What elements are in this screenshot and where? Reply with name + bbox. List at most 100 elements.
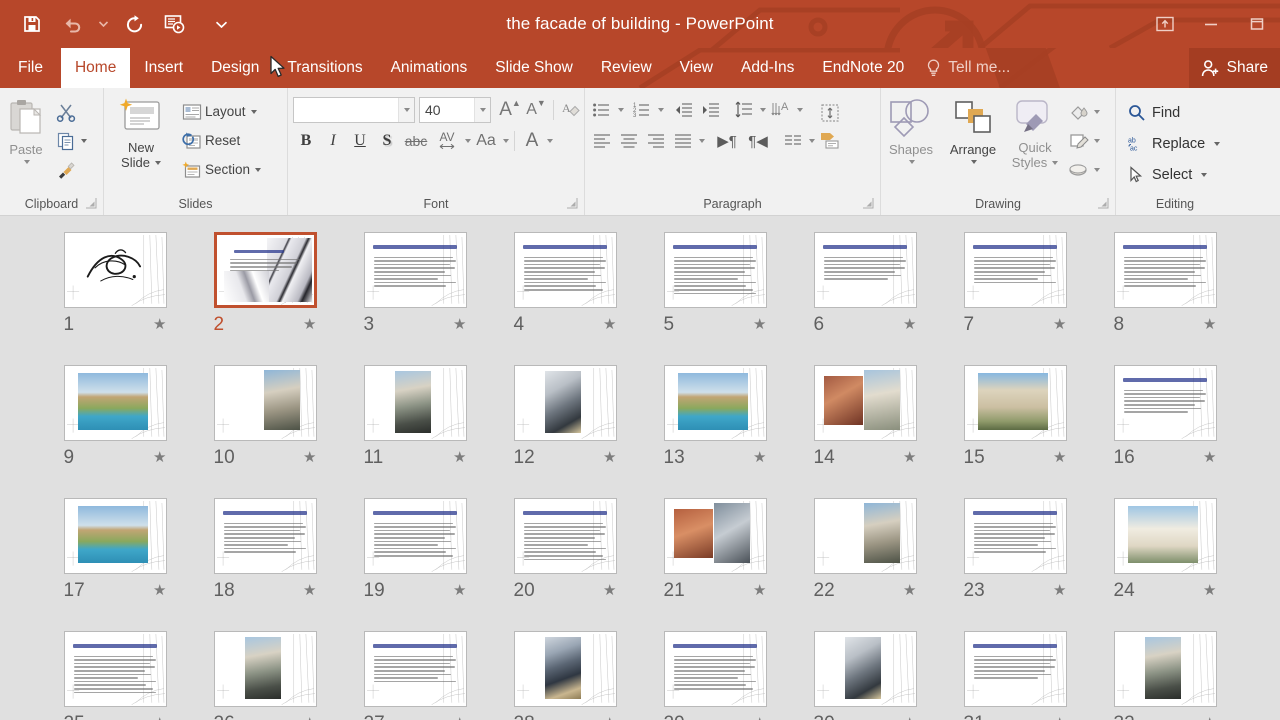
slide-thumbnail-frame[interactable] xyxy=(513,365,617,441)
slide-thumbnail-frame[interactable] xyxy=(363,498,467,574)
numbering-button[interactable]: 1 2 3 xyxy=(629,96,655,123)
slide-thumbnail-frame[interactable] xyxy=(963,631,1067,707)
slide-preview[interactable] xyxy=(813,232,917,308)
star-icon[interactable]: ★ xyxy=(603,317,616,332)
star-icon[interactable]: ★ xyxy=(1203,583,1216,598)
slide-thumbnail-frame[interactable] xyxy=(513,232,617,308)
slide-thumbnail-frame[interactable] xyxy=(363,365,467,441)
slide-thumbnail-frame[interactable] xyxy=(813,232,917,308)
shape-effects-button[interactable] xyxy=(1065,155,1104,184)
font-name-dropdown-button[interactable] xyxy=(398,97,414,122)
rtl-button[interactable]: ¶◀ xyxy=(745,127,771,154)
change-case-button[interactable]: Aa xyxy=(472,127,500,154)
share-button[interactable]: Share xyxy=(1188,48,1280,88)
ltr-button[interactable]: ▶¶ xyxy=(714,127,740,154)
slide-thumbnail-frame[interactable] xyxy=(663,631,767,707)
save-button[interactable] xyxy=(12,4,52,44)
star-icon[interactable]: ★ xyxy=(603,716,616,720)
shape-effects-dropdown-icon[interactable] xyxy=(1094,167,1100,172)
slide-preview[interactable] xyxy=(963,631,1067,707)
tab-animations[interactable]: Animations xyxy=(377,48,482,88)
star-icon[interactable]: ★ xyxy=(903,583,916,598)
slide-thumbnail-frame[interactable] xyxy=(1113,498,1217,574)
strikethrough-button[interactable]: abc xyxy=(401,127,431,154)
star-icon[interactable]: ★ xyxy=(153,583,166,598)
star-icon[interactable]: ★ xyxy=(303,317,316,332)
tab-slide-show[interactable]: Slide Show xyxy=(481,48,587,88)
replace-button[interactable]: ab ac Replace xyxy=(1120,128,1228,159)
customize-qat-button[interactable] xyxy=(210,4,232,44)
tab-review[interactable]: Review xyxy=(587,48,666,88)
slide-preview[interactable] xyxy=(663,498,767,574)
justify-button[interactable] xyxy=(670,127,696,154)
slide-thumbnail-27[interactable]: 27 ★ xyxy=(340,631,490,720)
shape-fill-dropdown-icon[interactable] xyxy=(1094,109,1100,114)
star-icon[interactable]: ★ xyxy=(153,450,166,465)
slide-thumbnail-frame[interactable] xyxy=(513,498,617,574)
line-spacing-dropdown-icon[interactable] xyxy=(760,107,766,112)
line-spacing-button[interactable] xyxy=(731,96,757,123)
slide-thumbnail-frame[interactable] xyxy=(63,232,167,308)
drawing-dialog-launcher[interactable] xyxy=(1097,197,1109,209)
character-spacing-dropdown-icon[interactable] xyxy=(465,138,471,143)
text-direction-dropdown-icon[interactable] xyxy=(797,107,803,112)
increase-font-size-button[interactable]: A ▲ xyxy=(497,96,523,123)
slide-thumbnail-frame[interactable] xyxy=(813,631,917,707)
slide-thumbnail-frame[interactable] xyxy=(663,498,767,574)
redo-button[interactable] xyxy=(114,4,154,44)
star-icon[interactable]: ★ xyxy=(753,317,766,332)
star-icon[interactable]: ★ xyxy=(1203,450,1216,465)
justify-dropdown-icon[interactable] xyxy=(699,138,705,143)
shape-outline-dropdown-icon[interactable] xyxy=(1094,138,1100,143)
slide-preview[interactable] xyxy=(813,631,917,707)
font-name-input[interactable] xyxy=(294,97,398,122)
slide-thumbnail-frame[interactable] xyxy=(363,232,467,308)
slide-thumbnail-frame[interactable] xyxy=(213,631,317,707)
quick-styles-dropdown-icon[interactable] xyxy=(1052,160,1059,165)
slide-thumbnail-10[interactable]: 10 ★ xyxy=(190,365,340,498)
star-icon[interactable]: ★ xyxy=(1053,317,1066,332)
slide-thumbnail-7[interactable]: 7 ★ xyxy=(940,232,1090,365)
increase-indent-button[interactable] xyxy=(698,96,724,123)
slide-thumbnail-frame[interactable] xyxy=(1113,365,1217,441)
section-button[interactable]: Section xyxy=(178,155,265,184)
slide-thumbnail-22[interactable]: 22 ★ xyxy=(790,498,940,631)
slide-thumbnail-6[interactable]: 6 ★ xyxy=(790,232,940,365)
slide-preview[interactable] xyxy=(363,232,467,308)
slide-preview[interactable] xyxy=(513,631,617,707)
bullets-button[interactable] xyxy=(589,96,615,123)
slide-preview[interactable] xyxy=(963,232,1067,308)
font-name-combo[interactable] xyxy=(293,96,415,123)
slide-thumbnail-31[interactable]: 31 ★ xyxy=(940,631,1090,720)
center-button[interactable] xyxy=(616,127,642,154)
font-size-combo[interactable] xyxy=(419,96,491,123)
slide-preview[interactable] xyxy=(213,631,317,707)
slide-thumbnail-1[interactable]: 1 ★ xyxy=(40,232,190,365)
slide-thumbnail-21[interactable]: 21 ★ xyxy=(640,498,790,631)
section-dropdown-icon[interactable] xyxy=(255,167,262,172)
shape-fill-button[interactable] xyxy=(1065,97,1104,126)
font-dialog-launcher[interactable] xyxy=(566,197,578,209)
slide-preview[interactable] xyxy=(63,631,167,707)
slide-thumbnail-frame[interactable] xyxy=(213,232,317,308)
tab-add-ins[interactable]: Add-Ins xyxy=(727,48,808,88)
font-color-dropdown-icon[interactable] xyxy=(547,138,553,143)
align-left-button[interactable] xyxy=(589,127,615,154)
slide-preview[interactable] xyxy=(213,498,317,574)
decrease-indent-button[interactable] xyxy=(671,96,697,123)
slide-thumbnail-24[interactable]: 24 ★ xyxy=(1090,498,1240,631)
slide-thumbnail-frame[interactable] xyxy=(963,232,1067,308)
columns-button[interactable] xyxy=(780,127,806,154)
slide-thumbnail-12[interactable]: 12 ★ xyxy=(490,365,640,498)
slide-preview[interactable] xyxy=(1113,232,1217,308)
decrease-font-size-button[interactable]: A ▼ xyxy=(523,96,549,123)
star-icon[interactable]: ★ xyxy=(1053,583,1066,598)
arrange-button[interactable]: Arrange xyxy=(941,92,1005,164)
slide-preview[interactable] xyxy=(63,232,167,308)
quick-styles-button[interactable]: Quick Styles xyxy=(1005,92,1065,170)
paragraph-dialog-launcher[interactable] xyxy=(862,197,874,209)
slide-thumbnail-frame[interactable] xyxy=(963,365,1067,441)
slide-sorter-view[interactable]: 1 ★ 2 ★ 3 ★ 4 ★ 5 ★ 6 ★ 7 ★ 8 ★ 9 ★ 10 ★ 11 ★ 12 ★ 13 ★ 14 ★ 15 ★ 16 ★ 1… xyxy=(0,216,1280,720)
slide-preview[interactable] xyxy=(1113,365,1217,441)
align-right-button[interactable] xyxy=(643,127,669,154)
